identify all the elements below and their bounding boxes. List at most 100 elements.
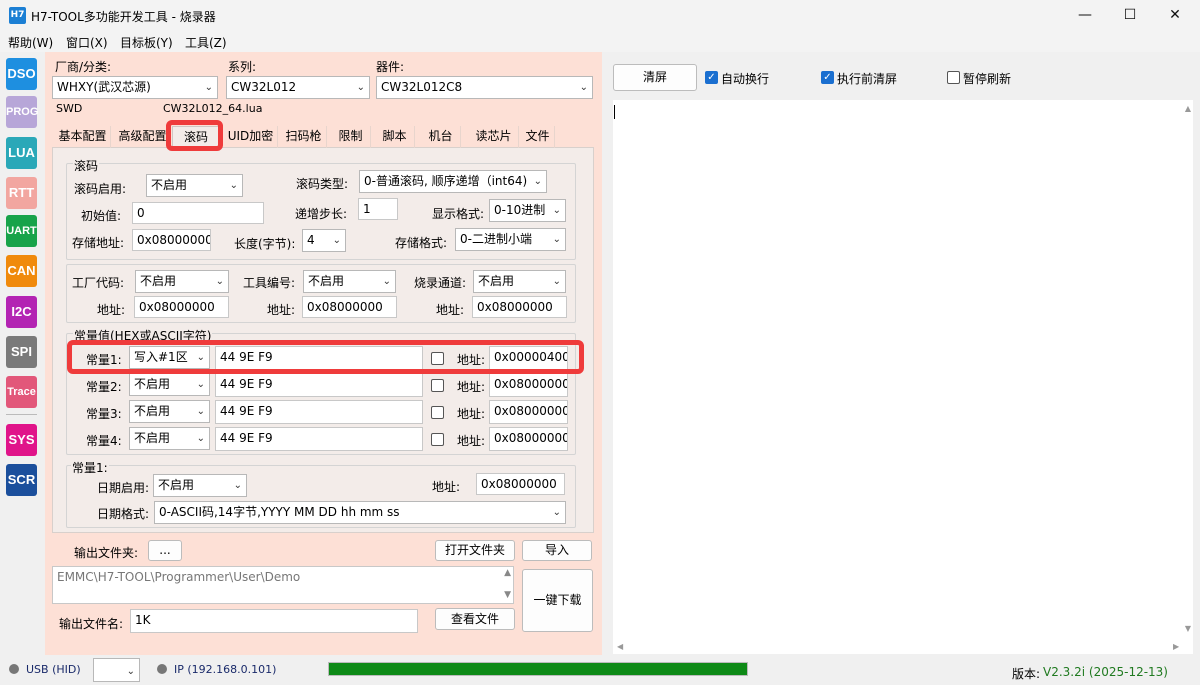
date-addr-input[interactable]: 0x08000000: [476, 473, 565, 495]
store-format-select[interactable]: 0-二进制小端 ⌄: [455, 228, 566, 251]
output-folder-label: 输出文件夹:: [74, 546, 139, 560]
sidebar-button-trace[interactable]: Trace: [6, 376, 37, 408]
tab-10[interactable]: 文件: [521, 126, 555, 148]
rolling-type-select[interactable]: 0-普通滚码, 顺序递增（int64) ⌄: [359, 170, 547, 193]
rolling-enable-select[interactable]: 不启用 ⌄: [146, 174, 243, 197]
minimize-button[interactable]: —: [1062, 0, 1108, 31]
chevron-down-icon: ⌄: [552, 205, 561, 216]
tab-5[interactable]: 扫码枪: [281, 126, 327, 148]
series-value: CW32L012: [231, 80, 297, 94]
constant-addr-input[interactable]: 0x08000000: [489, 373, 568, 397]
channel-label: 烧录通道:: [414, 276, 467, 290]
constant-addr-input[interactable]: 0x08000000: [489, 400, 568, 424]
scroll-left-icon[interactable]: ◀: [617, 642, 623, 651]
interface-label: SWD: [56, 102, 83, 115]
sidebar-button-can[interactable]: CAN: [6, 255, 37, 287]
series-select[interactable]: CW32L012 ⌄: [226, 76, 370, 99]
length-select[interactable]: 4 ⌄: [302, 229, 346, 252]
display-format-select[interactable]: 0-10进制 ⌄: [489, 199, 566, 222]
tool-number-select[interactable]: 不启用 ⌄: [303, 270, 396, 293]
store-addr-input[interactable]: 0x08000000: [132, 229, 211, 251]
chevron-down-icon: ⌄: [579, 82, 588, 93]
sidebar-button-rtt[interactable]: RTT: [6, 177, 37, 209]
channel-select[interactable]: 不启用 ⌄: [473, 270, 566, 293]
chevron-down-icon: ⌄: [356, 82, 365, 93]
clear-screen-button[interactable]: 清屏: [613, 64, 697, 91]
store-format-value: 0-二进制小端: [460, 232, 532, 246]
constant-addr-input[interactable]: 0x08000000: [489, 427, 568, 451]
tool-addr-label: 地址:: [267, 303, 296, 317]
menu-help[interactable]: 帮助(W): [8, 34, 53, 51]
factory-addr-input[interactable]: 0x08000000: [134, 296, 229, 318]
init-value-input[interactable]: 0: [132, 202, 264, 224]
port-select[interactable]: ⌄: [93, 658, 140, 682]
app-icon: H7: [9, 7, 26, 24]
channel-addr-label: 地址:: [436, 303, 465, 317]
constant-enable-checkbox[interactable]: [431, 433, 444, 446]
tab-7[interactable]: 脚本: [375, 126, 415, 148]
sidebar-button-dso[interactable]: DSO: [6, 58, 37, 90]
chevron-down-icon: ⌄: [126, 666, 135, 677]
scroll-down-icon[interactable]: ▼: [1185, 624, 1191, 633]
date-enable-select[interactable]: 不启用 ⌄: [153, 474, 247, 497]
tab-6[interactable]: 限制: [331, 126, 371, 148]
sidebar-button-i2c[interactable]: I2C: [6, 296, 37, 328]
status-bar: USB (HID) ⌄ IP (192.168.0.101) 版本: V2.3.…: [0, 655, 1200, 685]
constant-mode-select[interactable]: 不启用 ⌄: [129, 427, 210, 450]
pause-refresh-checkbox[interactable]: [947, 71, 960, 84]
device-select[interactable]: CW32L012C8 ⌄: [376, 76, 593, 99]
constant-mode-select[interactable]: 不启用 ⌄: [129, 373, 210, 396]
channel-addr-input[interactable]: 0x08000000: [472, 296, 567, 318]
log-textarea[interactable]: ▲ ▼ ◀ ▶: [613, 100, 1193, 654]
tab-8[interactable]: 机台: [421, 126, 461, 148]
output-path-box[interactable]: EMMC\H7-TOOL\Programmer\User\Demo ▲ ▼: [52, 566, 514, 604]
sidebar-button-uart[interactable]: UART: [6, 215, 37, 247]
constant-enable-checkbox[interactable]: [431, 379, 444, 392]
scroll-up-icon[interactable]: ▲: [1185, 104, 1191, 113]
import-button[interactable]: 导入: [522, 540, 592, 561]
tab-2[interactable]: 高级配置: [116, 126, 170, 148]
factory-code-label: 工厂代码:: [72, 276, 125, 290]
constant-mode-select[interactable]: 不启用 ⌄: [129, 400, 210, 423]
maximize-button[interactable]: ☐: [1107, 0, 1153, 31]
scroll-down-icon[interactable]: ▼: [504, 590, 511, 600]
auto-wrap-checkbox[interactable]: ✓: [705, 71, 718, 84]
constant-enable-checkbox[interactable]: [431, 406, 444, 419]
browse-folder-button[interactable]: ...: [148, 540, 182, 561]
tool-addr-input[interactable]: 0x08000000: [302, 296, 397, 318]
rolling-type-label: 滚码类型:: [296, 177, 349, 191]
constant-value-input[interactable]: 44 9E F9: [215, 373, 423, 397]
chevron-down-icon: ⌄: [229, 180, 238, 191]
scroll-right-icon[interactable]: ▶: [1173, 642, 1179, 651]
sidebar-button-scr[interactable]: SCR: [6, 464, 37, 496]
usb-status-dot: [9, 664, 19, 674]
sidebar-button-lua[interactable]: LUA: [6, 137, 37, 169]
constant-value-input[interactable]: 44 9E F9: [215, 400, 423, 424]
version-label: 版本:: [1012, 667, 1041, 681]
vendor-select[interactable]: WHXY(武汉芯源) ⌄: [52, 76, 218, 99]
chevron-down-icon: ⌄: [196, 406, 205, 417]
open-folder-button[interactable]: 打开文件夹: [435, 540, 515, 561]
sidebar-button-prog[interactable]: PROG: [6, 96, 38, 128]
chevron-down-icon: ⌄: [552, 234, 561, 245]
menu-target[interactable]: 目标板(Y): [120, 34, 173, 51]
close-button[interactable]: ✕: [1152, 0, 1198, 31]
factory-addr-label: 地址:: [97, 303, 126, 317]
date-enable-value: 不启用: [158, 478, 195, 492]
tab-1[interactable]: 基本配置: [55, 126, 111, 148]
step-input[interactable]: 1: [358, 198, 398, 220]
menu-window[interactable]: 窗口(X): [66, 34, 108, 51]
tab-9[interactable]: 读芯片: [469, 126, 519, 148]
tab-4[interactable]: UID加密: [224, 126, 278, 148]
sidebar-button-spi[interactable]: SPI: [6, 336, 37, 368]
constant-value-input[interactable]: 44 9E F9: [215, 427, 423, 451]
view-file-button[interactable]: 查看文件: [435, 608, 515, 630]
output-filename-input[interactable]: 1K: [130, 609, 418, 633]
factory-code-select[interactable]: 不启用 ⌄: [135, 270, 229, 293]
date-format-select[interactable]: 0-ASCII码,14字节,YYYY MM DD hh mm ss ⌄: [154, 501, 566, 524]
one-click-download-button[interactable]: 一键下载: [522, 569, 593, 632]
sidebar-button-sys[interactable]: SYS: [6, 424, 37, 456]
scroll-up-icon[interactable]: ▲: [504, 568, 511, 578]
menu-tools[interactable]: 工具(Z): [185, 34, 227, 51]
clear-before-checkbox[interactable]: ✓: [821, 71, 834, 84]
